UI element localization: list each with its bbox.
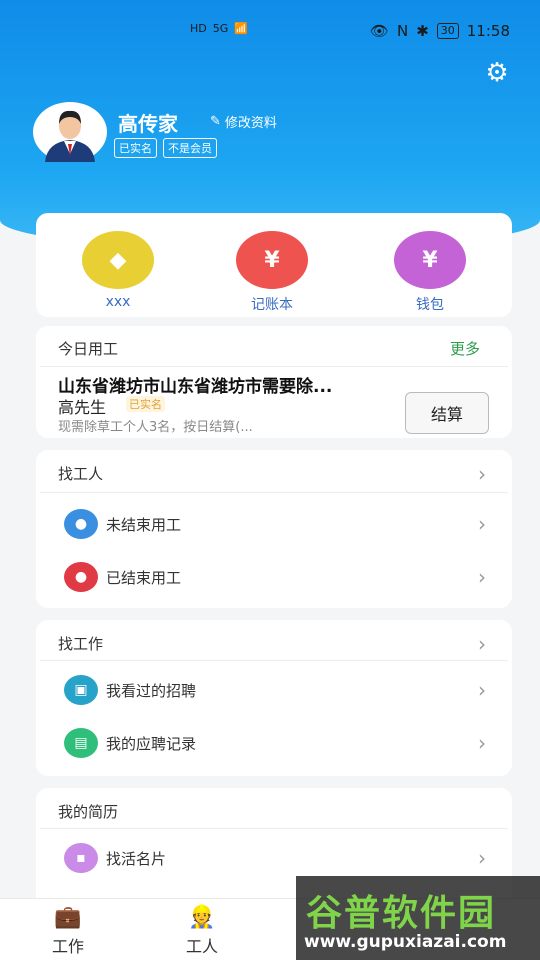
membership-badge: 不是会员 xyxy=(163,138,217,158)
chevron-right-icon: › xyxy=(478,565,486,589)
profile-badges: 已实名 不是会员 xyxy=(114,138,217,158)
row-label: 找活名片 xyxy=(106,850,167,868)
chevron-right-icon: › xyxy=(478,462,486,486)
watermark: 谷普软件园 www.gupuxiazai.com xyxy=(296,876,540,960)
chevron-right-icon: › xyxy=(478,731,486,755)
ongoing-work-item[interactable]: ● 未结束用工 › xyxy=(36,500,512,550)
money-bag-icon: ¥ xyxy=(394,231,466,289)
quick-action-wallet[interactable]: ¥ 钱包 xyxy=(390,231,470,314)
tab-work[interactable]: 💼 工作 xyxy=(18,905,118,957)
today-work-card: 今日用工 更多 山东省潍坊市山东省潍坊市需要除... 高先生 已实名 现需除草工… xyxy=(36,326,512,438)
briefcase-icon: 💼 xyxy=(54,905,82,930)
section-title: 我的简历 xyxy=(58,803,119,821)
battery-icon: 30 xyxy=(436,23,459,39)
chevron-right-icon: › xyxy=(478,512,486,536)
status-right: 👁 N ✱ 30 11:58 xyxy=(370,22,510,40)
verified-badge: 已实名 xyxy=(114,138,157,158)
row-label: 未结束用工 xyxy=(106,516,182,534)
find-worker-card: 找工人 › ● 未结束用工 › ● 已结束用工 › xyxy=(36,450,512,608)
watermark-title: 谷普软件园 xyxy=(306,893,497,934)
quick-actions-card: ◆ xxx ¥ 记账本 ¥ 钱包 xyxy=(36,213,512,317)
tab-worker[interactable]: 👷 工人 xyxy=(152,905,252,957)
quick-action-ledger[interactable]: ¥ 记账本 xyxy=(232,231,312,314)
eye-icon: 👁 xyxy=(369,22,389,40)
username: 高传家 xyxy=(118,112,178,136)
viewed-jobs-item[interactable]: ▣ 我看过的招聘 › xyxy=(36,666,512,716)
row-label: 我的应聘记录 xyxy=(106,735,197,753)
more-link[interactable]: 更多 xyxy=(450,338,480,359)
clock: 11:58 xyxy=(466,22,510,40)
ongoing-user-icon: ● xyxy=(64,509,98,539)
watermark-url: www.gupuxiazai.com xyxy=(304,932,507,952)
divider xyxy=(40,660,508,661)
quick-action-xxx[interactable]: ◆ xxx xyxy=(78,231,158,310)
chevron-right-icon: › xyxy=(478,846,486,870)
settle-button[interactable]: 结算 xyxy=(405,392,489,434)
avatar[interactable] xyxy=(33,102,107,162)
find-job-header[interactable]: 找工作 › xyxy=(36,620,512,670)
application-records-item[interactable]: ▤ 我的应聘记录 › xyxy=(36,719,512,769)
briefcase-icon: ▣ xyxy=(64,675,98,705)
diamond-icon: ◆ xyxy=(82,231,154,289)
divider xyxy=(40,492,508,493)
today-work-title: 今日用工 xyxy=(58,340,119,358)
tab-label: 工作 xyxy=(51,937,84,956)
quick-action-label: 记账本 xyxy=(251,297,293,313)
find-job-card: 找工作 › ▣ 我看过的招聘 › ▤ 我的应聘记录 › xyxy=(36,620,512,776)
signal-icon: 5G xyxy=(212,22,229,35)
row-label: 已结束用工 xyxy=(106,569,182,587)
network-icons: HD 5G 📶 xyxy=(190,22,248,35)
pencil-icon: ✎ xyxy=(210,114,221,129)
ended-user-icon: ● xyxy=(64,562,98,592)
quick-action-label: 钱包 xyxy=(416,297,444,313)
edit-profile-label: 修改资料 xyxy=(224,116,277,131)
chevron-right-icon: › xyxy=(478,678,486,702)
hd-icon: HD xyxy=(190,22,207,35)
status-bar: HD 5G 📶 👁 N ✱ 30 11:58 xyxy=(0,18,540,46)
ended-work-item[interactable]: ● 已结束用工 › xyxy=(36,553,512,603)
chevron-right-icon: › xyxy=(478,632,486,656)
employer-name: 高先生 xyxy=(58,398,107,417)
nfc-icon: N xyxy=(396,22,409,40)
verified-badge: 已实名 xyxy=(126,396,165,412)
bluetooth-icon: ✱ xyxy=(416,22,429,40)
quick-action-label: xxx xyxy=(105,294,131,310)
row-label: 我看过的招聘 xyxy=(106,682,197,700)
wifi-icon: 📶 xyxy=(234,22,248,35)
job-description: 现需除草工个人3名，按日结算(... xyxy=(58,420,253,435)
tab-label: 工人 xyxy=(185,937,218,956)
ledger-icon: ¥ xyxy=(236,231,308,289)
worker-icon: 👷 xyxy=(188,905,216,930)
edit-profile-link[interactable]: ✎ 修改资料 xyxy=(210,112,277,131)
resume-header: 我的简历 xyxy=(36,788,512,838)
section-title: 找工作 xyxy=(58,635,104,653)
divider xyxy=(40,828,508,829)
document-icon: ▤ xyxy=(64,728,98,758)
section-title: 找工人 xyxy=(58,465,104,483)
card-icon: ▪ xyxy=(64,843,98,873)
gear-icon[interactable]: ⚙ xyxy=(484,60,510,86)
divider xyxy=(40,366,508,367)
